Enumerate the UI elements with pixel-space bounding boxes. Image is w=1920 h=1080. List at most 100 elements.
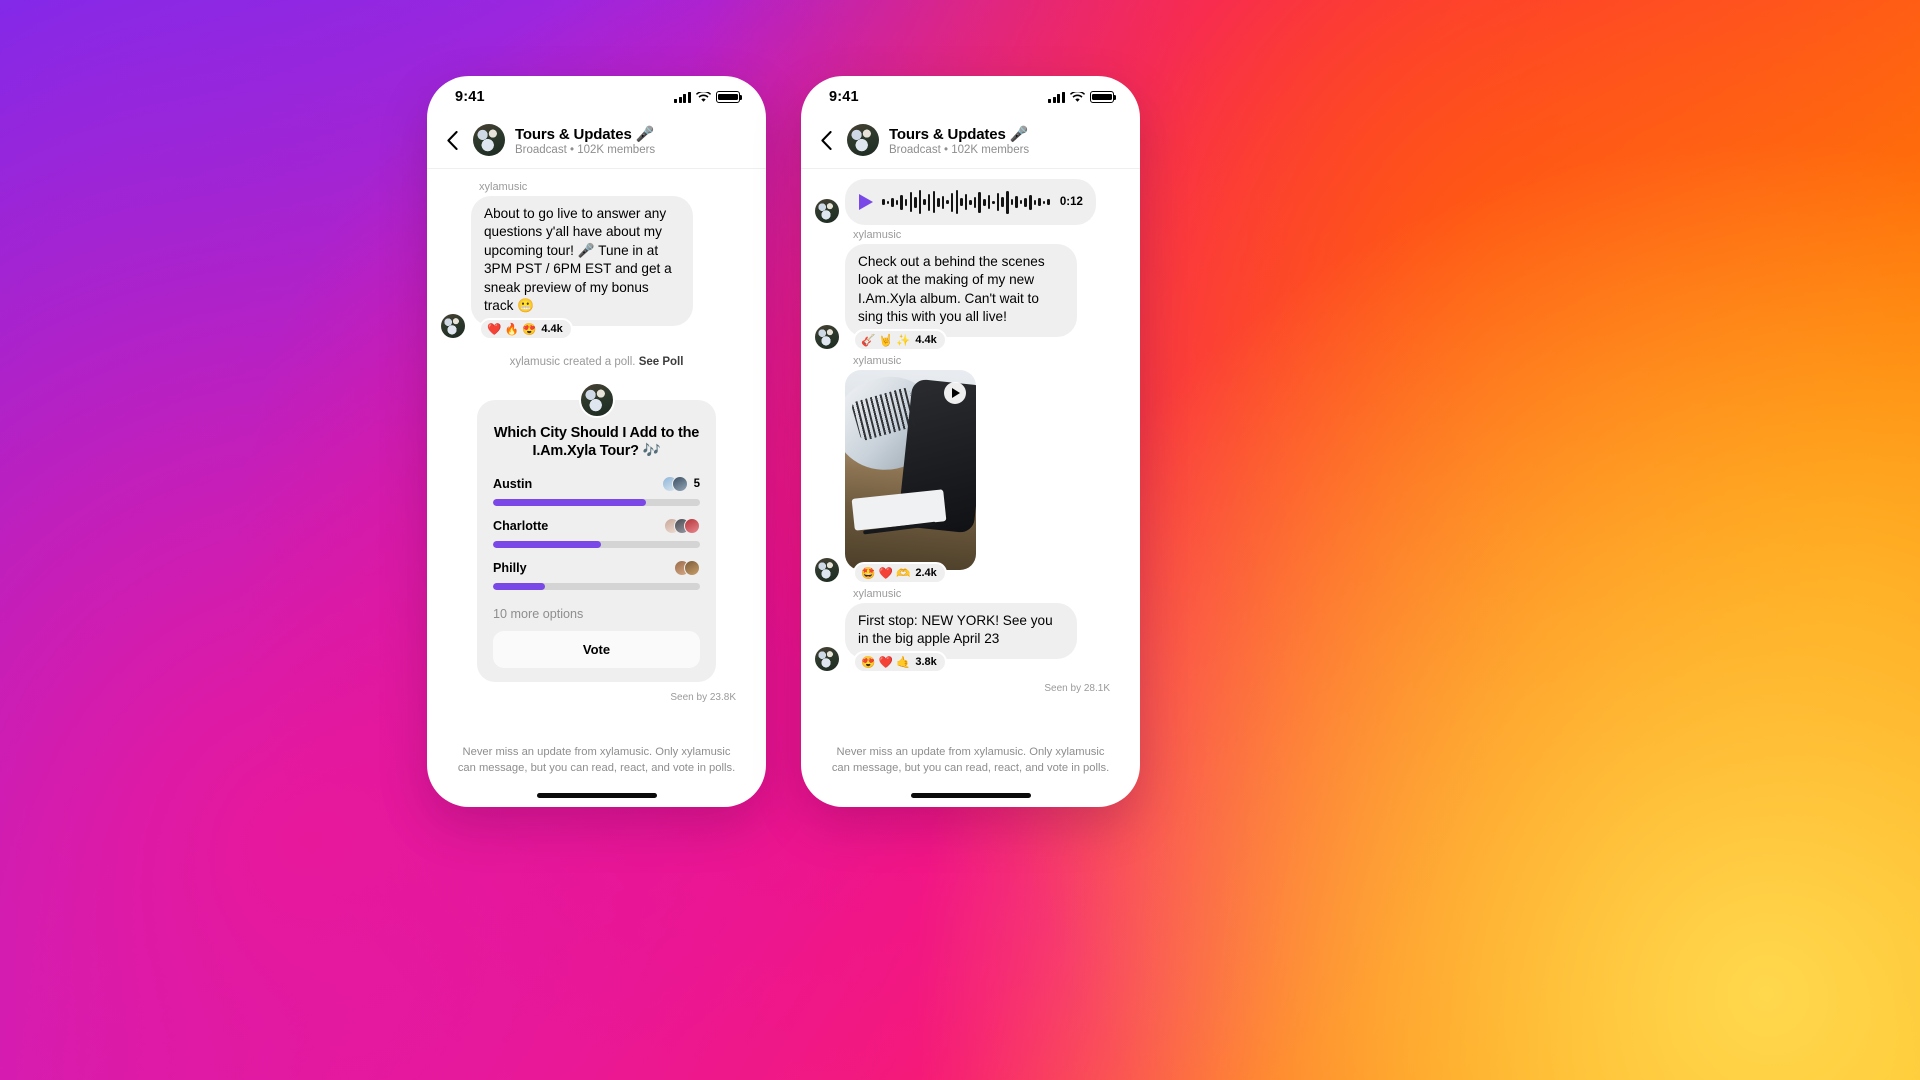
status-indicators bbox=[1048, 91, 1117, 103]
reaction-pill[interactable]: 🤩 ❤️ 🫶 2.4k bbox=[853, 561, 947, 584]
poll-option-label: Austin bbox=[493, 477, 533, 491]
page-title: Tours & Updates 🎤 bbox=[515, 125, 655, 143]
poll-voters bbox=[664, 518, 700, 534]
status-bar-left: 9:41 bbox=[427, 76, 766, 118]
voter-avatar bbox=[684, 518, 700, 534]
status-indicators bbox=[674, 91, 743, 103]
status-time: 9:41 bbox=[829, 89, 859, 105]
broadcast-avatar[interactable] bbox=[473, 124, 505, 156]
reaction-count: 4.4k bbox=[541, 322, 563, 335]
bubble-wrap: First stop: NEW YORK! See you in the big… bbox=[845, 602, 1077, 673]
cellular-signal-icon bbox=[1048, 91, 1065, 103]
home-indicator bbox=[910, 793, 1031, 798]
reaction-emojis: 🤩 ❤️ 🫶 bbox=[861, 567, 911, 580]
message-bubble[interactable]: Check out a behind the scenes look at th… bbox=[845, 244, 1077, 337]
page-title: Tours & Updates 🎤 bbox=[889, 125, 1029, 143]
video-attachment[interactable] bbox=[845, 369, 976, 570]
voice-note[interactable]: 0:12 bbox=[845, 179, 1096, 225]
back-button[interactable] bbox=[815, 126, 837, 154]
poll-voters: 5 bbox=[661, 476, 700, 492]
message-bubble[interactable]: About to go live to answer any questions… bbox=[471, 196, 693, 326]
poll-container: Which City Should I Add to the I.Am.Xyla… bbox=[441, 381, 752, 682]
reaction-count: 2.4k bbox=[915, 566, 937, 579]
poll-option-philly[interactable]: Philly bbox=[493, 559, 700, 590]
more-options-link[interactable]: 10 more options bbox=[493, 601, 700, 631]
poll-question: Which City Should I Add to the I.Am.Xyla… bbox=[493, 424, 700, 460]
voter-avatar bbox=[671, 476, 688, 492]
avatar bbox=[815, 199, 839, 223]
voter-avatar bbox=[684, 560, 700, 576]
header-text: Tours & Updates 🎤 Broadcast • 102K membe… bbox=[889, 125, 1029, 156]
message-sender: xylamusic bbox=[853, 229, 902, 241]
poll-note-text: xylamusic created a poll. bbox=[509, 355, 636, 368]
back-button[interactable] bbox=[441, 126, 463, 154]
audio-waveform bbox=[882, 190, 1050, 214]
broadcast-subtitle: Broadcast • 102K members bbox=[515, 143, 656, 156]
poll-vote-count: 5 bbox=[693, 478, 700, 490]
battery-icon bbox=[1090, 91, 1117, 103]
battery-icon bbox=[716, 91, 743, 103]
poll-option-label: Charlotte bbox=[493, 519, 549, 533]
message-thread-left: xylamusic About to go live to answer any… bbox=[427, 169, 766, 703]
message-row: Check out a behind the scenes look at th… bbox=[815, 244, 1126, 351]
avatar bbox=[441, 313, 465, 338]
poll-card: Which City Should I Add to the I.Am.Xyla… bbox=[477, 399, 716, 682]
voice-duration: 0:12 bbox=[1059, 196, 1083, 208]
message-sender: xylamusic bbox=[479, 181, 528, 193]
message-thread-right: 0:12 xylamusic Check out a behind the sc… bbox=[801, 169, 1140, 694]
message-row: First stop: NEW YORK! See you in the big… bbox=[815, 602, 1126, 673]
avatar bbox=[815, 646, 839, 671]
poll-system-note: xylamusic created a poll. See Poll bbox=[441, 356, 752, 368]
poll-option-austin[interactable]: Austin 5 bbox=[493, 475, 700, 506]
reaction-count: 4.4k bbox=[915, 333, 937, 346]
broadcast-disclaimer: Never miss an update from xylamusic. Onl… bbox=[831, 746, 1110, 775]
chevron-left-icon bbox=[820, 130, 832, 150]
vote-button[interactable]: Vote bbox=[493, 631, 700, 668]
poll-progress-track bbox=[493, 541, 700, 548]
wallpaper: 9:41 Tours & Updates 🎤 Broadcast • 102K … bbox=[0, 0, 1920, 1080]
cellular-signal-icon bbox=[674, 91, 691, 103]
broadcast-subtitle: Broadcast • 102K members bbox=[889, 143, 1030, 156]
bubble-wrap: Check out a behind the scenes look at th… bbox=[845, 244, 1077, 351]
phone-right: 9:41 Tours & Updates 🎤 Broadcast • 102K … bbox=[801, 76, 1140, 807]
poll-progress-track bbox=[493, 583, 700, 590]
media-message-row: 🤩 ❤️ 🫶 2.4k bbox=[815, 369, 1126, 584]
chevron-left-icon bbox=[446, 130, 458, 150]
see-poll-link[interactable]: See Poll bbox=[639, 356, 684, 368]
broadcast-disclaimer: Never miss an update from xylamusic. Onl… bbox=[457, 746, 736, 775]
bubble-wrap: About to go live to answer any questions… bbox=[471, 196, 693, 340]
reaction-count: 3.8k bbox=[915, 655, 937, 668]
poll-option-label: Philly bbox=[493, 561, 527, 575]
message-sender: xylamusic bbox=[853, 354, 902, 367]
home-indicator bbox=[536, 793, 657, 798]
phone-left: 9:41 Tours & Updates 🎤 Broadcast • 102K … bbox=[427, 76, 766, 807]
reaction-emojis: 😍 ❤️ 🤙 bbox=[861, 656, 911, 669]
bubble-wrap: 🤩 ❤️ 🫶 2.4k bbox=[845, 369, 976, 584]
chat-header-right: Tours & Updates 🎤 Broadcast • 102K membe… bbox=[801, 118, 1140, 169]
voice-message-row: 0:12 bbox=[815, 179, 1126, 225]
message-sender: xylamusic bbox=[853, 587, 902, 600]
wifi-icon bbox=[1070, 91, 1085, 103]
reaction-emojis: ❤️ 🔥 😍 bbox=[487, 323, 537, 336]
play-icon[interactable] bbox=[859, 194, 873, 210]
avatar bbox=[815, 557, 839, 582]
seen-by-label: Seen by 28.1K bbox=[1044, 682, 1110, 694]
status-bar-right: 9:41 bbox=[801, 76, 1140, 118]
message-row: About to go live to answer any questions… bbox=[441, 196, 752, 340]
header-text: Tours & Updates 🎤 Broadcast • 102K membe… bbox=[515, 125, 655, 156]
seen-by-label: Seen by 23.8K bbox=[670, 692, 736, 703]
wifi-icon bbox=[696, 91, 711, 103]
avatar bbox=[815, 324, 839, 349]
reaction-pill[interactable]: 😍 ❤️ 🤙 3.8k bbox=[853, 650, 947, 673]
poll-option-charlotte[interactable]: Charlotte bbox=[493, 517, 700, 548]
play-icon[interactable] bbox=[944, 381, 966, 404]
reaction-pill[interactable]: 🎸 🤘 ✨ 4.4k bbox=[853, 328, 947, 351]
reaction-pill[interactable]: ❤️ 🔥 😍 4.4k bbox=[479, 317, 573, 340]
poll-author-avatar bbox=[578, 381, 615, 418]
status-time: 9:41 bbox=[455, 89, 485, 105]
reaction-emojis: 🎸 🤘 ✨ bbox=[861, 334, 911, 347]
poll-progress-track bbox=[493, 499, 700, 506]
poll-voters bbox=[674, 560, 700, 576]
chat-header-left: Tours & Updates 🎤 Broadcast • 102K membe… bbox=[427, 118, 766, 169]
broadcast-avatar[interactable] bbox=[847, 124, 879, 156]
